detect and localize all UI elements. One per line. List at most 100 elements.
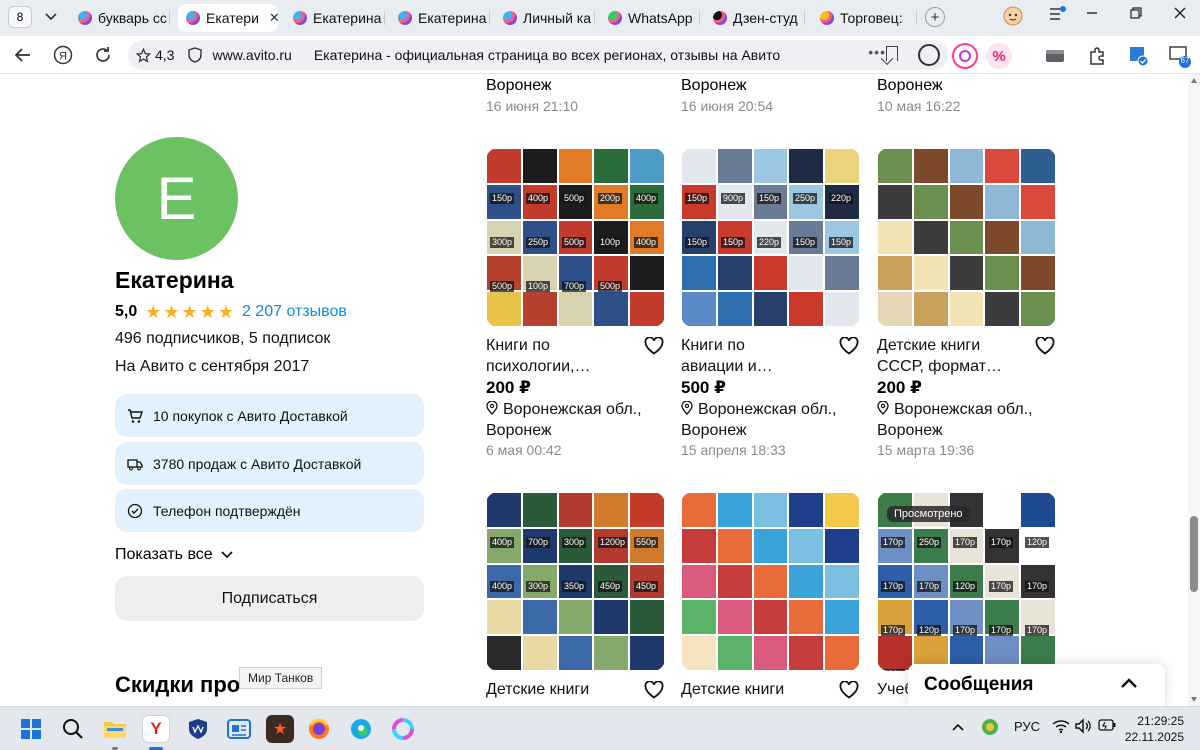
listing-title[interactable]: Детские книги (877, 335, 1022, 356)
shield-icon[interactable] (188, 47, 203, 63)
battery-icon[interactable] (1098, 719, 1116, 734)
chevron-up-icon[interactable] (1119, 674, 1139, 694)
language-indicator[interactable]: РУС (1014, 719, 1040, 734)
new-tab-button[interactable]: + (925, 7, 945, 27)
wifi-icon[interactable] (1052, 718, 1070, 737)
price-sticker: 250р (526, 237, 551, 248)
book-cover (878, 149, 912, 183)
reviews-link[interactable]: 2 207 отзывов (242, 303, 347, 321)
wallet-icon[interactable] (1042, 43, 1068, 69)
back-button[interactable] (12, 44, 34, 66)
price-sticker: 700р (562, 281, 587, 292)
listing-title[interactable]: Детские книги (681, 679, 826, 700)
discount-extension-icon[interactable]: % (986, 43, 1012, 69)
reload-button[interactable] (92, 44, 114, 66)
file-explorer-icon[interactable] (101, 715, 129, 743)
app-color-ring-icon[interactable] (389, 715, 417, 743)
search-page-icon[interactable] (918, 44, 940, 66)
listing-card[interactable]: Детские книги (681, 492, 861, 699)
listing-title[interactable]: психологии,… (486, 356, 631, 377)
listing-photo[interactable]: 150р 900р 150р 250р 220р 150р 150р 220р 150р 150р (681, 148, 860, 327)
favorite-heart-icon[interactable] (644, 336, 664, 357)
favorite-heart-icon[interactable] (839, 336, 859, 357)
world-of-tanks-icon[interactable]: ★ (266, 715, 294, 743)
listing-photo[interactable]: 150р 400р 500р 200р 400р 300р 250р 500р 100р 400р… (486, 148, 665, 327)
extensions-puzzle-icon[interactable] (1084, 43, 1110, 69)
alice-icon[interactable] (952, 43, 978, 69)
browser-tab[interactable]: Екатери ✕ (178, 4, 278, 32)
listing-title[interactable]: Детские книги (486, 679, 631, 700)
listing-card[interactable]: Детские книги СССР, формат… 200 ₽ Воронежск… (877, 148, 1057, 458)
page-scrollbar[interactable] (1188, 74, 1200, 706)
listing-card[interactable]: 170р 250р 170р 170р 120р 170р 170р 120р 170р 170р… (877, 492, 1057, 698)
scroll-up-arrow[interactable] (1191, 78, 1197, 83)
book-cover (789, 256, 824, 291)
browser-tab[interactable]: Екатерина (390, 4, 490, 32)
book-cover (825, 636, 859, 670)
favorite-heart-icon[interactable] (1035, 336, 1055, 357)
browser-tab[interactable]: WhatsApp (600, 4, 700, 32)
browser-tab[interactable]: Торговец: (812, 4, 917, 32)
listing-title[interactable]: авиации и… (681, 356, 826, 377)
ext-counter-icon[interactable]: 67 (1168, 43, 1194, 69)
listing-photo[interactable] (681, 492, 860, 671)
followers-text[interactable]: 496 подписчиков, 5 подписок (115, 330, 330, 348)
news-app-icon[interactable] (225, 715, 253, 743)
subscribe-button[interactable]: Подписаться (115, 576, 424, 621)
close-window-button[interactable] (1168, 6, 1192, 23)
listing-title[interactable]: Книги по (681, 335, 826, 356)
avatar[interactable]: Е (115, 137, 238, 260)
restore-button[interactable] (1124, 6, 1148, 23)
tray-expand-icon[interactable] (952, 719, 964, 734)
close-tab-icon[interactable]: ✕ (269, 10, 278, 26)
listing-title[interactable]: Книги по (486, 335, 631, 356)
show-all-link[interactable]: Показать все (115, 546, 233, 564)
book-cover (1021, 292, 1055, 326)
edge-icon[interactable] (347, 715, 375, 743)
tab-count-button[interactable]: 8 (8, 6, 32, 28)
listing-photo[interactable]: 400р 700р 300р 1200р 550р 400р 300р 350р 450р 450… (486, 492, 665, 671)
listing-photo[interactable] (877, 148, 1056, 327)
minimize-button[interactable] (1080, 6, 1104, 23)
favorite-heart-icon[interactable] (644, 680, 664, 701)
yandex-home-button[interactable]: Я (52, 44, 74, 66)
windows-start-icon[interactable] (17, 715, 45, 743)
book-cover (558, 600, 593, 635)
svg-text:Я: Я (59, 51, 67, 63)
messages-panel[interactable]: Сообщения (908, 664, 1165, 706)
browser-tab[interactable]: букварь сс (70, 4, 170, 32)
browser-tab[interactable]: Личный ка (495, 4, 595, 32)
downloads-shield-icon[interactable] (1126, 43, 1152, 69)
book-cover (789, 493, 824, 527)
collections-icon[interactable] (1045, 6, 1069, 25)
book-cover (753, 149, 788, 183)
yandex-browser-icon[interactable]: Y (142, 715, 170, 743)
scrollbar-thumb[interactable] (1190, 516, 1198, 592)
book-cover (682, 256, 716, 291)
price-sticker: 150р (685, 237, 710, 248)
browser-tab[interactable]: Екатерина (285, 4, 385, 32)
omnibox[interactable]: 4,3 www.avito.ru Екатерина - официальная… (128, 40, 948, 70)
listing-photo[interactable]: 170р 250р 170р 170р 120р 170р 170р 120р 170р 170р… (877, 492, 1056, 671)
bookmark-icon[interactable] (886, 46, 898, 61)
listing-card[interactable]: 400р 700р 300р 1200р 550р 400р 300р 350р 450р 450… (486, 492, 666, 699)
volume-icon[interactable] (1074, 718, 1092, 737)
firefox-icon[interactable] (305, 715, 333, 743)
clock[interactable]: 21:29:25 22.11.2025 (1125, 713, 1184, 745)
tray-app-icon[interactable] (980, 717, 1000, 740)
price-sticker: 400р (634, 193, 659, 204)
favorite-heart-icon[interactable] (839, 680, 859, 701)
profile-avatar-icon[interactable] (1001, 6, 1025, 29)
listing-title[interactable]: СССР, формат… (877, 356, 1022, 377)
browser-tab[interactable]: Дзен-студ (705, 4, 805, 32)
tab-list-chevron-icon[interactable] (38, 6, 64, 28)
search-icon[interactable] (59, 715, 87, 743)
scroll-down-arrow[interactable] (1191, 697, 1197, 702)
truck-icon (127, 458, 143, 470)
site-rating[interactable]: 4,3 (136, 47, 174, 63)
book-cover (949, 149, 984, 183)
book-cover (825, 600, 859, 635)
listing-card[interactable]: 150р 400р 500р 200р 400р 300р 250р 500р 100р 400р… (486, 148, 666, 458)
listing-card[interactable]: 150р 900р 150р 250р 220р 150р 150р 220р 150р 150р… (681, 148, 861, 458)
security-app-icon[interactable] (184, 715, 212, 743)
